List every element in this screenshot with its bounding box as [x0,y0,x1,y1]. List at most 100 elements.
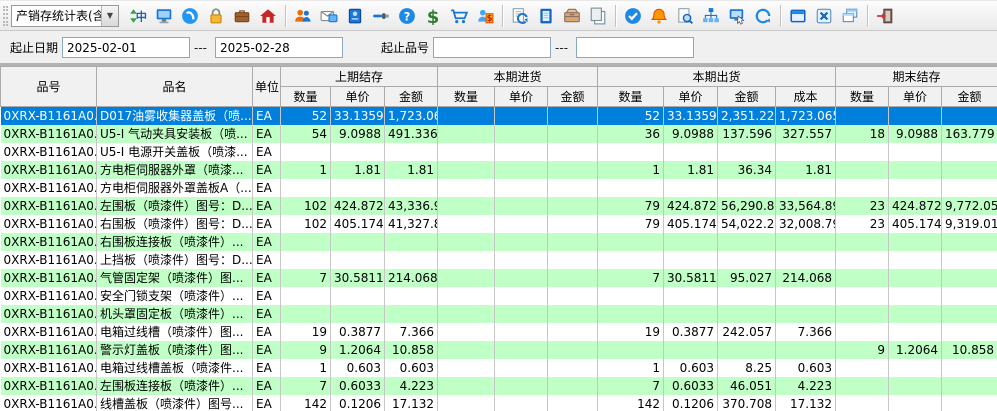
dollar-icon[interactable]: $ [420,3,446,29]
cell-period-purchase[interactable] [438,143,495,161]
cell-unit[interactable]: EA [253,359,281,377]
cascade-icon[interactable] [837,3,863,29]
cell-period-purchase[interactable] [495,161,548,179]
sync-cn-icon[interactable]: 中 [125,3,151,29]
cell-prev-balance[interactable]: 0.603 [385,359,438,377]
table-row[interactable]: 0XRX-B1161A0...左围板（喷漆件）图号：D...EA102424.8… [1,197,997,215]
cell-period-purchase[interactable] [548,377,598,395]
cell-prev-balance[interactable]: 19 [281,323,331,341]
home-icon[interactable] [255,3,281,29]
cell-prev-balance[interactable] [385,143,438,161]
table-row[interactable]: 0XRX-B1161A0...上挡板（喷漆件）图号：D...EA [1,251,997,269]
close-window-icon[interactable] [811,3,837,29]
cell-period-purchase[interactable] [548,161,598,179]
cell-item-name[interactable]: 右围板连接板（喷漆件）... [97,233,253,251]
cell-period-shipment[interactable] [598,287,664,305]
cell-ending-balance[interactable] [836,377,889,395]
cell-item-no[interactable]: 0XRX-B1161A0... [1,215,97,233]
cell-period-purchase[interactable] [548,197,598,215]
cell-ending-balance[interactable] [836,251,889,269]
cell-period-shipment[interactable] [718,287,776,305]
cell-period-shipment[interactable]: 32,008.797 [776,215,836,233]
mail-icon[interactable] [316,3,342,29]
cell-prev-balance[interactable]: 102 [281,215,331,233]
cell-period-shipment[interactable] [776,287,836,305]
cell-prev-balance[interactable]: 214.068 [385,269,438,287]
cell-unit[interactable]: EA [253,125,281,143]
cell-prev-balance[interactable]: 1,723.065 [385,107,438,126]
table-row[interactable]: 0XRX-B1161A0...左围板连接板（喷漆件）...EA70.60334.… [1,377,997,395]
cell-period-shipment[interactable]: 33.1359 [664,107,718,126]
cell-prev-balance[interactable]: 405.1746 [331,215,385,233]
date-to-input[interactable] [215,37,343,58]
cell-ending-balance[interactable] [889,143,942,161]
cell-prev-balance[interactable] [331,305,385,323]
cell-period-shipment[interactable]: 46.051 [718,377,776,395]
cell-item-no[interactable]: 0XRX-B1161A0... [1,179,97,197]
cell-period-shipment[interactable] [776,143,836,161]
cell-period-purchase[interactable] [495,287,548,305]
table-row[interactable]: 0XRX-B1161A0...右围板连接板（喷漆件）...EA [1,233,997,251]
cell-prev-balance[interactable]: 52 [281,107,331,126]
cell-ending-balance[interactable] [836,233,889,251]
cell-period-purchase[interactable] [548,125,598,143]
cell-prev-balance[interactable]: 0.3877 [331,323,385,341]
cell-period-purchase[interactable] [495,233,548,251]
cell-period-purchase[interactable] [495,341,548,359]
approve-icon[interactable] [620,3,646,29]
cell-ending-balance[interactable] [889,377,942,395]
computer-icon[interactable] [151,3,177,29]
cell-prev-balance[interactable]: 1.2064 [331,341,385,359]
cell-prev-balance[interactable] [331,233,385,251]
cell-period-purchase[interactable] [548,395,598,411]
cell-period-purchase[interactable] [438,197,495,215]
cell-item-no[interactable]: 0XRX-B1161A0... [1,305,97,323]
cell-item-name[interactable]: 警示灯盖板（喷漆件）图... [97,341,253,359]
cell-period-purchase[interactable] [548,287,598,305]
cell-period-shipment[interactable]: 1 [598,359,664,377]
cell-item-no[interactable]: 0XRX-B1161A0... [1,395,97,411]
cell-item-no[interactable]: 0XRX-B1161A0... [1,161,97,179]
date-from-input[interactable] [62,37,190,58]
cell-prev-balance[interactable]: 54 [281,125,331,143]
cell-ending-balance[interactable]: 18 [836,125,889,143]
table-row[interactable]: 0XRX-B1161A0...右围板（喷漆件）图号：D...EA102405.1… [1,215,997,233]
cell-period-shipment[interactable] [776,233,836,251]
cell-ending-balance[interactable]: 9 [836,341,889,359]
cell-period-purchase[interactable] [495,377,548,395]
cell-period-purchase[interactable] [548,269,598,287]
cell-ending-balance[interactable] [889,323,942,341]
cell-prev-balance[interactable]: 1.81 [331,161,385,179]
cell-unit[interactable]: EA [253,269,281,287]
cell-ending-balance[interactable]: 23 [836,215,889,233]
cell-period-shipment[interactable]: 0.1206 [664,395,718,411]
cell-item-no[interactable]: 0XRX-B1161A0... [1,287,97,305]
cell-item-name[interactable]: 上挡板（喷漆件）图号：D... [97,251,253,269]
cell-unit[interactable]: EA [253,215,281,233]
cell-prev-balance[interactable]: 43,336.946 [385,197,438,215]
cell-period-purchase[interactable] [438,125,495,143]
cell-prev-balance[interactable]: 0.603 [331,359,385,377]
cell-unit[interactable]: EA [253,395,281,411]
cell-prev-balance[interactable] [385,287,438,305]
cell-ending-balance[interactable] [889,179,942,197]
cell-period-shipment[interactable] [598,143,664,161]
drawer-icon[interactable] [559,3,585,29]
cell-period-shipment[interactable]: 36 [598,125,664,143]
cell-ending-balance[interactable] [836,161,889,179]
cell-period-purchase[interactable] [495,197,548,215]
cell-period-purchase[interactable] [438,179,495,197]
cell-period-shipment[interactable]: 7 [598,269,664,287]
copy-icon[interactable] [585,3,611,29]
cell-period-shipment[interactable]: 1 [598,161,664,179]
cell-ending-balance[interactable] [942,305,997,323]
users-icon[interactable] [290,3,316,29]
cell-ending-balance[interactable] [836,305,889,323]
cell-period-purchase[interactable] [438,107,495,126]
cell-period-purchase[interactable] [495,143,548,161]
cell-ending-balance[interactable] [889,233,942,251]
cell-item-no[interactable]: 0XRX-B1161A0... [1,323,97,341]
cell-period-purchase[interactable] [495,251,548,269]
cell-unit[interactable]: EA [253,107,281,126]
exit-icon[interactable] [872,3,898,29]
